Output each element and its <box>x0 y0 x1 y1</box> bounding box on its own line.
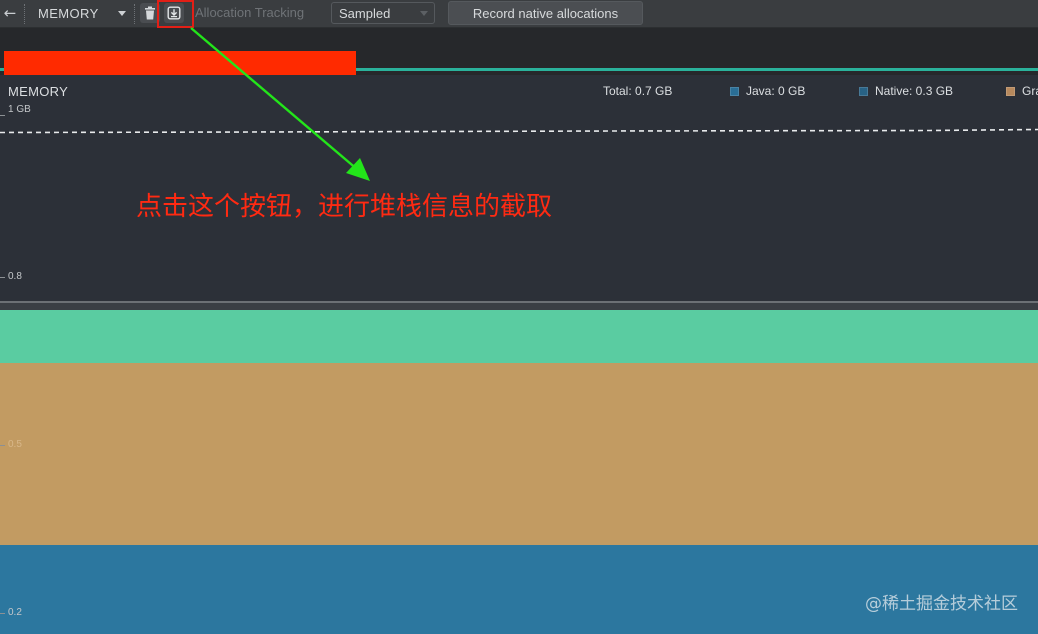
redaction-bar <box>4 51 356 75</box>
tan-band <box>0 363 1038 545</box>
y-axis-label-0-8: 0.8 <box>8 271 22 282</box>
record-native-allocations-button[interactable]: Record native allocations <box>448 1 643 25</box>
trash-icon <box>145 6 155 20</box>
legend-java-swatch <box>730 86 739 96</box>
axis-tick <box>0 277 5 278</box>
chart-divider-gap <box>0 303 1038 310</box>
legend-graphics-swatch <box>1006 86 1015 96</box>
legend-native-swatch <box>859 86 868 96</box>
y-axis-label-0-5: 0.5 <box>8 439 22 450</box>
legend-total: Total: 0.7 GB <box>603 84 673 98</box>
total-memory-dashed-line <box>0 128 1038 134</box>
legend-native-label: Native: 0.3 GB <box>875 84 954 98</box>
chevron-down-icon <box>420 11 428 16</box>
legend-java-label: Java: 0 GB <box>746 84 806 98</box>
legend-graphics: Gra <box>1006 84 1038 98</box>
allocation-tracking-label: Allocation Tracking <box>195 5 305 20</box>
profiler-toolbar: ← MEMORY Allocation Tracking Sampled Rec… <box>0 0 1038 28</box>
allocation-tracking-value: Sampled <box>339 5 391 21</box>
legend-graphics-label: Gra <box>1022 84 1038 98</box>
back-button[interactable]: ← <box>0 3 20 23</box>
memory-profiler-window: ← MEMORY Allocation Tracking Sampled Rec… <box>0 0 1038 634</box>
chart-title: MEMORY <box>8 84 69 99</box>
axis-tick <box>0 613 5 614</box>
capture-button-highlight <box>157 0 194 28</box>
y-axis-label-0-2: 0.2 <box>8 607 22 618</box>
memory-chart[interactable]: MEMORY Total: 0.7 GB Java: 0 GB Native: … <box>0 75 1038 634</box>
legend-java: Java: 0 GB <box>730 84 805 98</box>
toolbar-separator <box>134 4 136 24</box>
axis-tick <box>0 115 5 116</box>
profiler-selector-dropdown[interactable]: MEMORY <box>30 3 130 23</box>
toolbar-separator <box>24 4 26 24</box>
axis-tick <box>0 445 5 446</box>
y-axis-label-1gb: 1 GB <box>8 104 31 115</box>
watermark: @稀土掘金技术社区 <box>865 594 1018 614</box>
allocation-tracking-select[interactable]: Sampled <box>331 2 435 24</box>
chevron-down-icon <box>118 11 126 16</box>
back-arrow-icon: ← <box>3 3 17 22</box>
profiler-selector-label: MEMORY <box>38 5 99 21</box>
green-band <box>0 310 1038 363</box>
annotation-text: 点击这个按钮，进行堆栈信息的截取 <box>136 192 553 222</box>
record-native-allocations-label: Record native allocations <box>472 5 619 21</box>
legend-native: Native: 0.3 GB <box>859 84 953 98</box>
